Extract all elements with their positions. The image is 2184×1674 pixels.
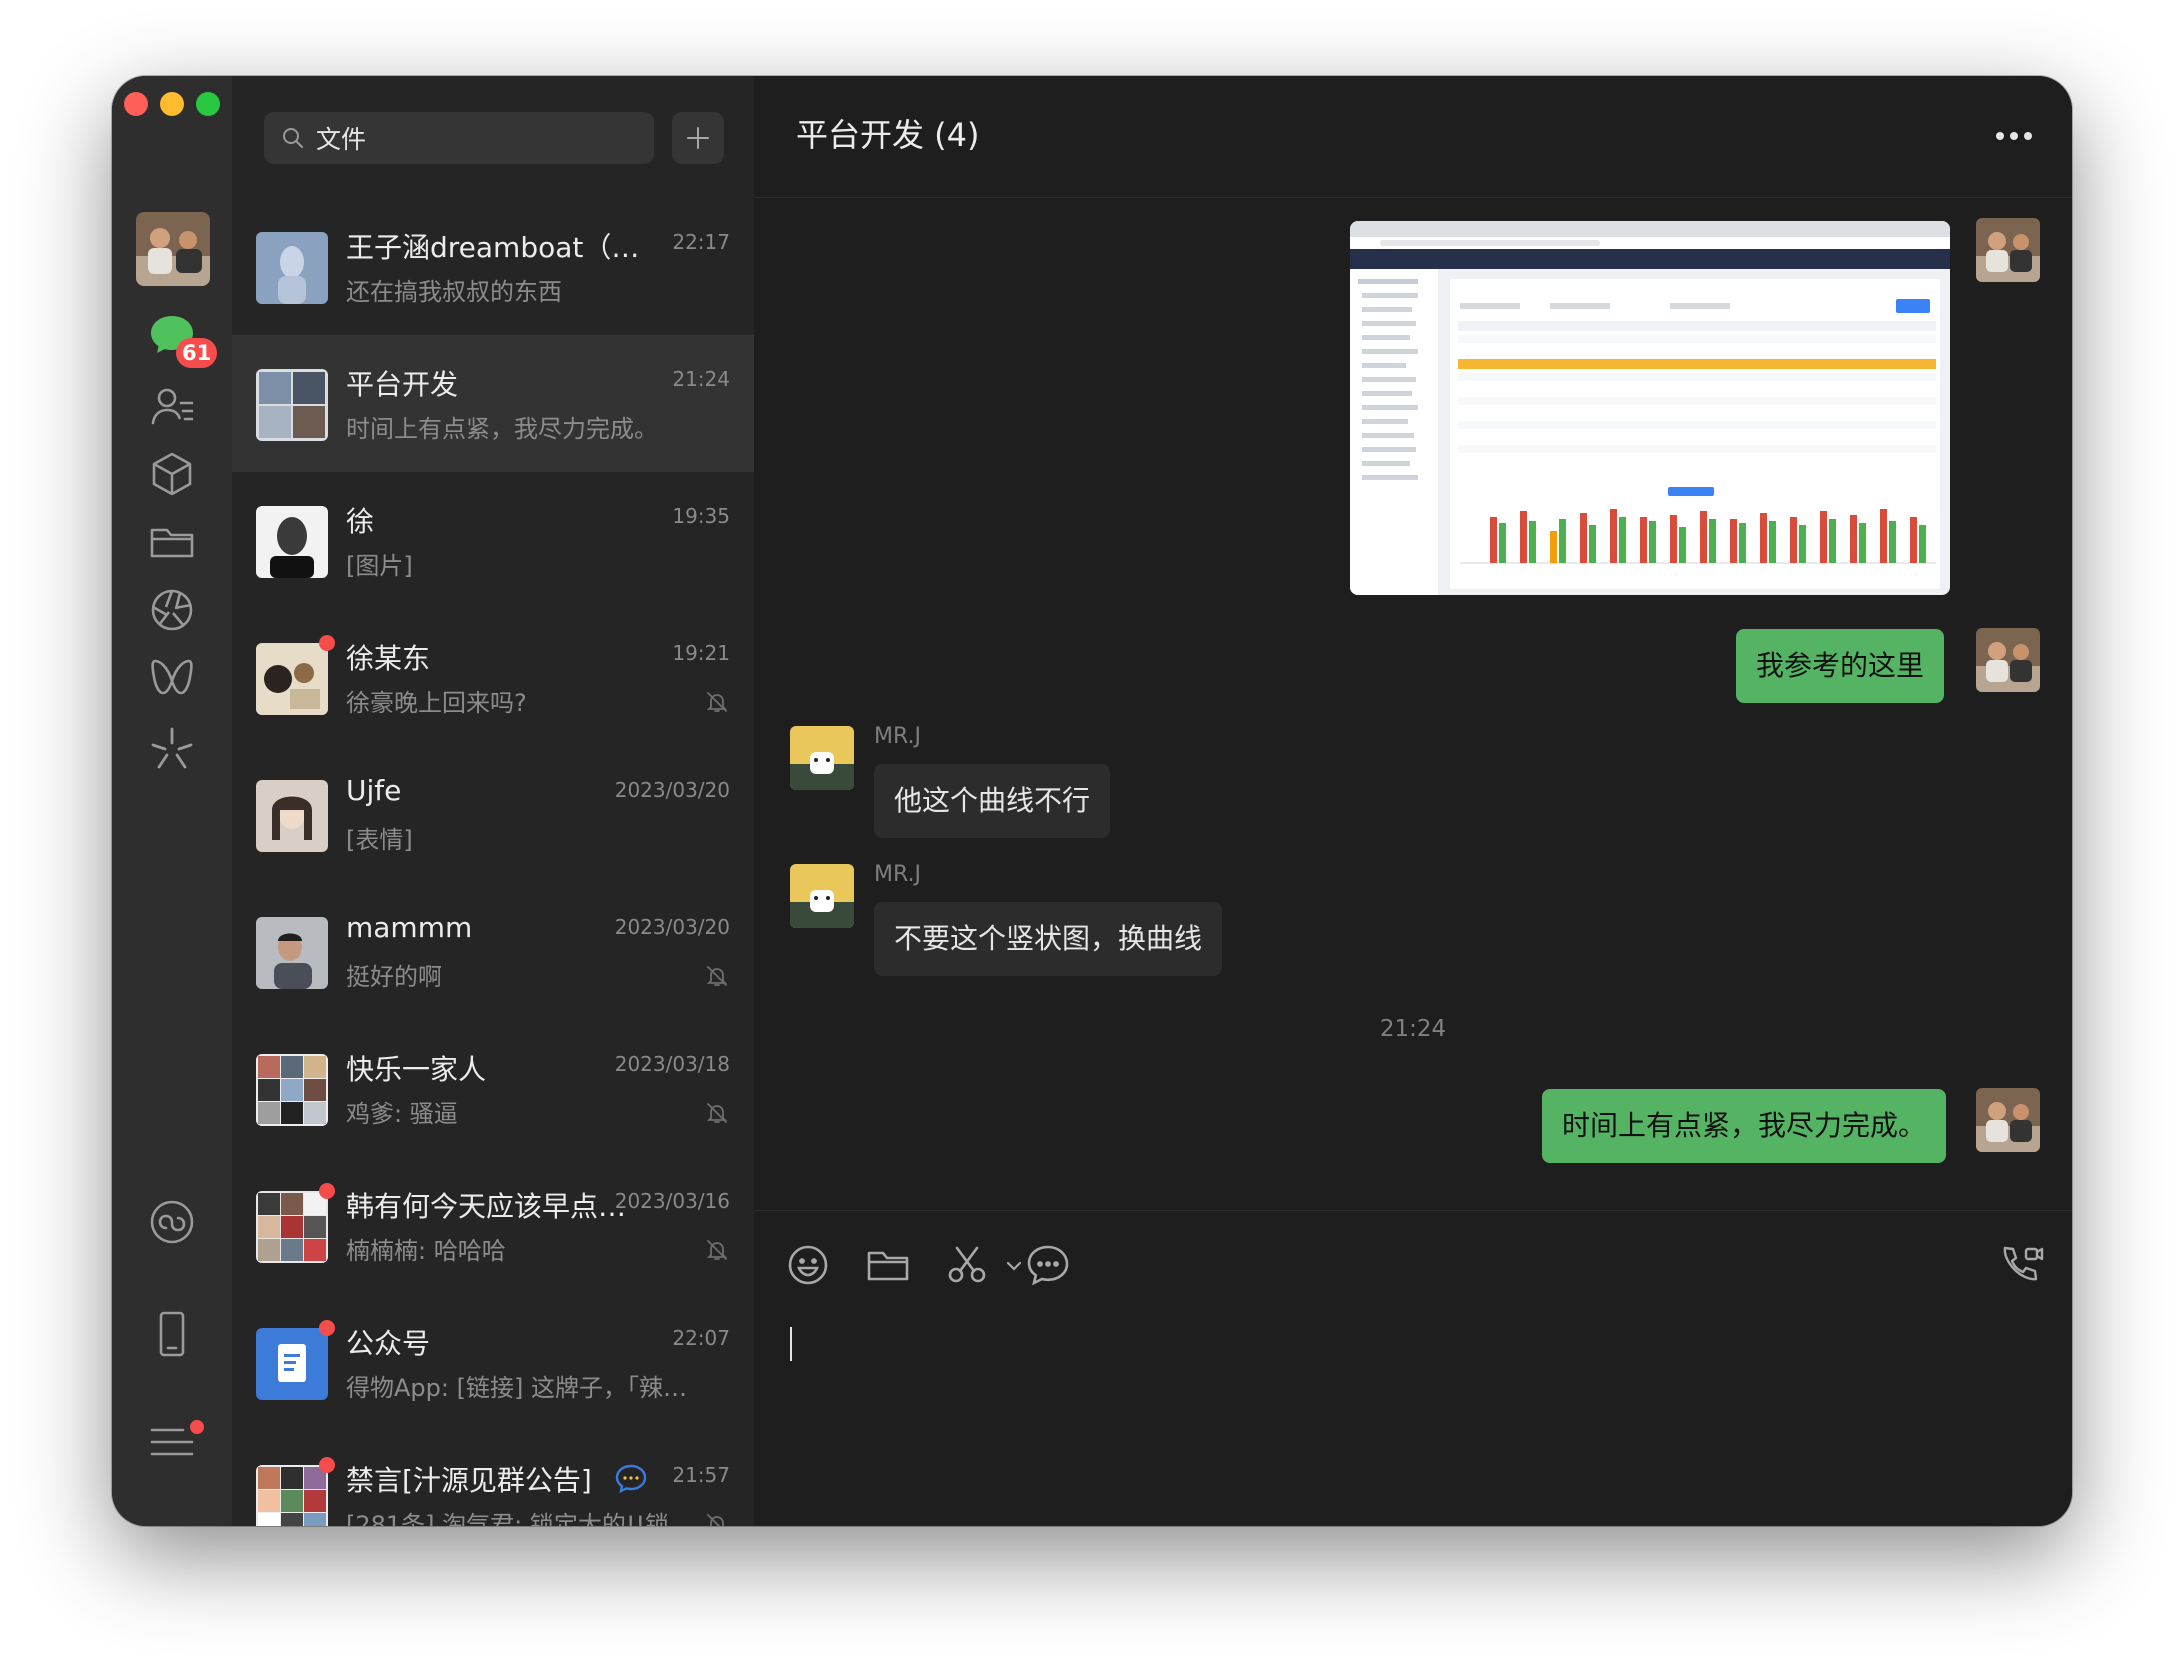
butterfly-icon — [151, 659, 193, 695]
search-icon — [283, 128, 303, 148]
unread-dot — [319, 1320, 335, 1336]
conversation-pane: 王子涵dreamboat（Reesie） 22:17 还在搞我叔叔的东西 平台开… — [232, 76, 754, 1526]
screenshot-button[interactable] — [944, 1241, 992, 1289]
nav-menu[interactable] — [136, 1406, 208, 1478]
my-avatar[interactable] — [136, 212, 210, 286]
self-avatar[interactable] — [1976, 1088, 2040, 1152]
emoji-button[interactable] — [784, 1241, 832, 1289]
message-bubble-self[interactable]: 时间上有点紧，我尽力完成。 — [1542, 1089, 1947, 1163]
nav-discover[interactable] — [136, 712, 208, 784]
search-box[interactable] — [264, 112, 654, 164]
nav-rail: 61 — [112, 76, 232, 1526]
mute-bell-icon — [706, 1103, 728, 1123]
bubble-icon — [1027, 1245, 1069, 1286]
message-bubble-self[interactable]: 我参考的这里 — [1736, 629, 1945, 703]
conversation-item[interactable]: 王子涵dreamboat（Reesie） 22:17 还在搞我叔叔的东西 — [232, 198, 754, 335]
unread-dot — [319, 635, 335, 651]
sender-name: MR.J — [874, 724, 921, 749]
nav-contacts[interactable] — [136, 370, 208, 442]
mute-bell-icon — [706, 1240, 728, 1260]
conversation-avatar — [256, 232, 328, 304]
image-message-thumbnail[interactable] — [1350, 221, 1950, 595]
mute-bell-icon — [706, 692, 728, 712]
mention-bubble-icon — [615, 1464, 647, 1494]
conversation-list: 王子涵dreamboat（Reesie） 22:17 还在搞我叔叔的东西 平台开… — [232, 198, 754, 1526]
conversation-item[interactable]: 徐 19:35 [图片] — [232, 472, 754, 609]
conversation-item[interactable]: Ujfe 2023/03/20 [表情] — [232, 746, 754, 883]
mute-bell-icon — [707, 1514, 724, 1526]
file-icon — [867, 1251, 909, 1281]
unread-badge: 61 — [176, 338, 218, 368]
nav-moments[interactable] — [136, 574, 208, 646]
search-input[interactable] — [314, 122, 638, 154]
aperture-icon — [151, 589, 193, 631]
mute-bell-icon — [706, 966, 728, 986]
contacts-icon — [151, 388, 194, 425]
conversation-item-active[interactable]: 平台开发 21:24 时间上有点紧，我尽力完成。 — [232, 335, 754, 472]
emoji-icon — [788, 1245, 828, 1285]
conversation-item[interactable]: 快乐一家人 2023/03/18 鸡爹: 骚逼 — [232, 1020, 754, 1157]
call-icon — [2003, 1246, 2044, 1281]
chat-history-button[interactable] — [1024, 1241, 1072, 1289]
new-chat-button[interactable] — [672, 112, 724, 164]
conversation-item[interactable]: mammm 2023/03/20 挺好的啊 — [232, 883, 754, 1020]
box-icon — [152, 452, 192, 496]
official-accounts-avatar — [256, 1328, 328, 1400]
nav-files[interactable] — [136, 506, 208, 578]
message-bubble-other[interactable]: 不要这个竖状图，换曲线 — [874, 902, 1223, 976]
contact-avatar[interactable] — [790, 726, 854, 790]
phone-icon — [159, 1311, 185, 1357]
contact-avatar[interactable] — [790, 864, 854, 928]
miniprogram-icon — [150, 1200, 194, 1244]
group-avatar — [256, 369, 328, 441]
zoom-window-button[interactable] — [196, 92, 220, 116]
folder-icon — [150, 528, 194, 558]
chat-header: 平台开发 (4) — [754, 76, 2072, 198]
message-bubble-other[interactable]: 他这个曲线不行 — [874, 764, 1111, 838]
conversation-item[interactable]: 徐某东 19:21 徐豪晚上回来吗? — [232, 609, 754, 746]
wechat-window: 61 文件 王子涵dreamboat（Re 22:17 还在搞我叔叔的东西 平台… — [112, 76, 2072, 1526]
conversation-avatar — [256, 917, 328, 989]
group-avatar — [256, 1054, 328, 1126]
text-input-caret[interactable] — [790, 1327, 792, 1361]
message-composer — [754, 1210, 2072, 1526]
conversation-avatar — [256, 506, 328, 578]
chat-title: 平台开发 (4) — [796, 116, 980, 154]
conversation-avatar — [256, 643, 328, 715]
unread-dot — [319, 1183, 335, 1199]
more-icon[interactable] — [1994, 124, 2034, 148]
conversation-item[interactable]: 禁言[汁源见群公告] 21:57 [281条] 淘气君: 锁定大的!!锁定大的!… — [232, 1431, 754, 1526]
scissors-icon — [948, 1246, 986, 1283]
plus-icon — [687, 127, 709, 149]
voice-video-call-button[interactable] — [1996, 1241, 2044, 1289]
self-avatar[interactable] — [1976, 628, 2040, 692]
minimize-window-button[interactable] — [160, 92, 184, 116]
nav-phone[interactable] — [136, 1298, 208, 1370]
group-avatar — [256, 1191, 328, 1263]
screenshot-options-button[interactable] — [990, 1241, 1022, 1289]
spark-icon — [151, 727, 193, 769]
conversation-item[interactable]: 公众号 22:07 得物App: [链接] 这牌子，「辣妹」的最爱 — [232, 1294, 754, 1431]
self-avatar[interactable] — [1976, 218, 2040, 282]
nav-channels[interactable] — [136, 642, 208, 714]
chat-panel: 平台开发 (4) 我参考的这里 MR.J 他这个曲线不行 MR.J 不要这个竖状… — [754, 76, 2072, 1526]
group-avatar — [256, 1465, 328, 1526]
send-file-button[interactable] — [864, 1241, 912, 1289]
conversation-avatar — [256, 780, 328, 852]
unread-dot — [319, 1457, 335, 1473]
conversation-item[interactable]: 韩有何今天应该早点睡觉 2023/03/16 楠楠楠: 哈哈哈 — [232, 1157, 754, 1294]
menu-notification-dot — [190, 1420, 204, 1434]
nav-mini-programs[interactable] — [136, 1186, 208, 1258]
nav-favorites[interactable] — [136, 438, 208, 510]
sender-name: MR.J — [874, 862, 921, 887]
close-window-button[interactable] — [124, 92, 148, 116]
message-timestamp: 21:24 — [1379, 1016, 1447, 1042]
